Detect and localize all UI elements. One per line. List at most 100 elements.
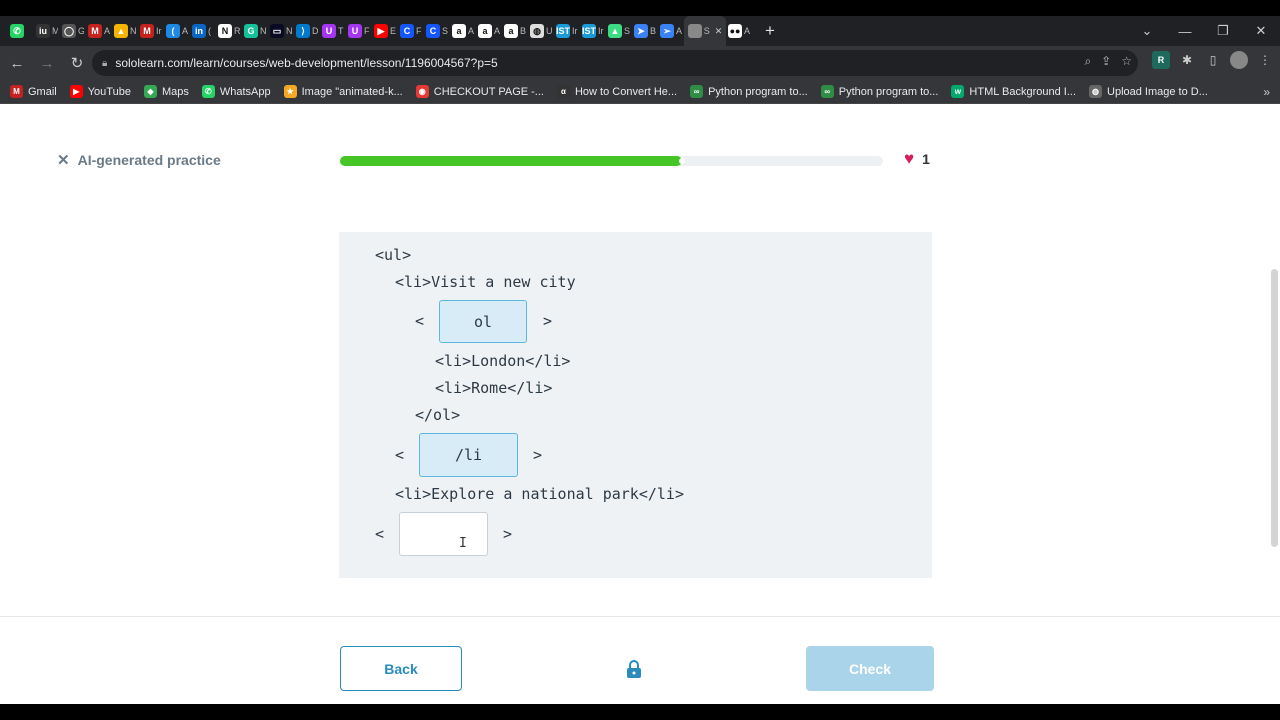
profile-avatar[interactable] <box>1230 51 1248 69</box>
browser-tab[interactable]: UF <box>346 16 372 46</box>
bookmark-item[interactable]: w HTML Background I... <box>951 85 1076 98</box>
answer-slot-ol[interactable]: ol <box>439 300 527 343</box>
youtube-icon: ▶ <box>69 85 83 98</box>
bookmark-item[interactable]: ▶ YouTube <box>69 85 131 98</box>
browser-tab[interactable]: ▭ N <box>268 16 294 46</box>
bookmark-star-icon[interactable]: ☆ <box>1121 54 1132 69</box>
browser-tab[interactable]: CS <box>424 16 450 46</box>
check-button[interactable]: Check <box>806 646 934 691</box>
answer-slot-li[interactable]: /li <box>419 433 518 477</box>
code-line: <li>Rome</li> <box>435 379 553 397</box>
browser-tab[interactable]: MA <box>86 16 112 46</box>
bookmark-item[interactable]: ∞ Python program to... <box>820 85 939 98</box>
extensions-puzzle-icon[interactable]: ✱ <box>1178 51 1196 69</box>
browser-tab[interactable]: IST Ir <box>554 16 580 46</box>
browser-tab[interactable]: CF <box>398 16 424 46</box>
forward-nav-icon[interactable]: → <box>34 55 60 72</box>
code-line: <li>Visit a new city <box>395 273 576 291</box>
sololearn-icon <box>687 24 702 38</box>
browser-tab[interactable]: ●● A <box>726 16 752 46</box>
progress-bar <box>340 156 883 166</box>
tab-label: Ir <box>572 26 578 36</box>
tab-label: Ir <box>156 26 162 36</box>
ist-icon: IST <box>556 24 571 38</box>
browser-tab[interactable]: UT <box>320 16 346 46</box>
browser-tab[interactable]: ▲ N <box>112 16 138 46</box>
browser-tab[interactable]: ▲ S <box>606 16 632 46</box>
footer-divider <box>0 616 1280 617</box>
browser-tab[interactable]: aA <box>476 16 502 46</box>
close-practice-button[interactable]: ✕ AI-generated practice <box>57 151 221 169</box>
close-tab-icon[interactable]: ✕ <box>715 26 723 37</box>
bookmark-label: Python program to... <box>838 85 939 98</box>
url-text[interactable]: sololearn.com/learn/courses/web-developm… <box>115 56 497 70</box>
share-icon[interactable]: ⇪ <box>1101 54 1111 69</box>
close-window-button[interactable]: ✕ <box>1242 23 1280 39</box>
browser-tab[interactable]: ➢ A <box>658 16 684 46</box>
browser-tab[interactable]: S ✕ <box>684 16 726 46</box>
amazon-icon: a <box>504 24 518 38</box>
scrollbar[interactable] <box>1271 269 1278 547</box>
code-line: <li>Explore a national park</li> <box>395 485 684 503</box>
address-bar[interactable]: 🔒︎ sololearn.com/learn/courses/web-devel… <box>92 50 1138 76</box>
browser-tab[interactable]: M Ir <box>138 16 164 46</box>
tab-label: N <box>260 26 266 36</box>
tab-label: D <box>312 26 318 36</box>
bookmark-item[interactable]: ◆ Maps <box>143 85 189 98</box>
close-icon[interactable]: ✕ <box>57 151 70 169</box>
secure-lock-icon[interactable]: 🔒︎ <box>102 58 107 69</box>
tab-label: A <box>676 26 682 36</box>
zoom-icon[interactable]: ⌕ <box>1084 54 1091 69</box>
tab-search-icon[interactable]: ⌄ <box>1128 23 1166 39</box>
slot-close-bracket: > <box>543 312 553 330</box>
browser-tab[interactable]: ▶ E <box>372 16 398 46</box>
answer-slot-empty[interactable] <box>399 512 488 556</box>
browser-tab[interactable]: iu M <box>34 16 60 46</box>
slot-close-bracket: > <box>533 446 543 464</box>
bookmark-item[interactable]: ∞ Python program to... <box>690 85 808 98</box>
more-bookmarks-icon[interactable]: » <box>1263 85 1270 99</box>
plane-icon: ➢ <box>660 24 674 38</box>
browser-tab[interactable]: GN <box>242 16 268 46</box>
browser-tab[interactable]: NR <box>216 16 242 46</box>
bookmark-item[interactable]: ✆ WhatsApp <box>201 85 271 98</box>
bookmark-label: YouTube <box>87 85 131 98</box>
bookmark-label: Upload Image to D... <box>1107 85 1208 98</box>
bookmarks-bar: M Gmail ▶ YouTube ◆ Maps ✆ WhatsApp ★ Image "anim… <box>0 80 1280 104</box>
back-button[interactable]: Back <box>340 646 462 691</box>
bookmark-label: Gmail <box>28 85 57 98</box>
browser-toolbar: ← → ↻ 🔒︎ sololearn.com/learn/courses/web… <box>0 46 1280 80</box>
reload-icon[interactable]: ↻ <box>64 54 90 72</box>
tab-label: T <box>338 26 344 36</box>
browser-tab[interactable]: in( <box>190 16 216 46</box>
tab-label: A <box>468 26 474 36</box>
bookmark-item[interactable]: ◍ Upload Image to D... <box>1089 85 1208 98</box>
browser-tab[interactable]: aA <box>450 16 476 46</box>
browser-tab[interactable]: ◯ G <box>60 16 86 46</box>
browser-tab[interactable]: ◍ U <box>528 16 554 46</box>
back-nav-icon[interactable]: ← <box>4 55 30 72</box>
browser-tab[interactable]: ✆ <box>8 16 34 46</box>
tab-label: F <box>364 26 370 36</box>
browser-tab[interactable]: aB <box>502 16 528 46</box>
browser-tab[interactable]: ➤ B <box>632 16 658 46</box>
bookmark-item[interactable]: ◉ CHECKOUT PAGE -... <box>415 85 544 98</box>
new-tab-button[interactable]: + <box>758 21 782 41</box>
browser-tab[interactable]: IST Ir <box>580 16 606 46</box>
side-panel-icon[interactable]: ▯ <box>1204 51 1222 69</box>
tab-label: S <box>703 26 710 36</box>
bookmark-label: Image "animated-k... <box>301 85 403 98</box>
bookmark-item[interactable]: ★ Image "animated-k... <box>283 85 403 98</box>
restore-button[interactable]: ❐ <box>1204 23 1242 39</box>
browser-tab[interactable]: (A <box>164 16 190 46</box>
rr-extension-icon[interactable]: R <box>1152 51 1170 69</box>
bookmark-item[interactable]: M Gmail <box>10 85 57 98</box>
codecademy-icon: C <box>426 24 440 38</box>
tab-label: E <box>390 26 396 36</box>
browser-tab[interactable]: ⟩ D <box>294 16 320 46</box>
bookmark-item[interactable]: α How to Convert He... <box>556 85 677 98</box>
tab-label: N <box>286 26 292 36</box>
minimize-button[interactable]: — <box>1166 24 1204 39</box>
tab-label: S <box>442 26 448 36</box>
menu-kebab-icon[interactable]: ⋮ <box>1256 51 1274 69</box>
